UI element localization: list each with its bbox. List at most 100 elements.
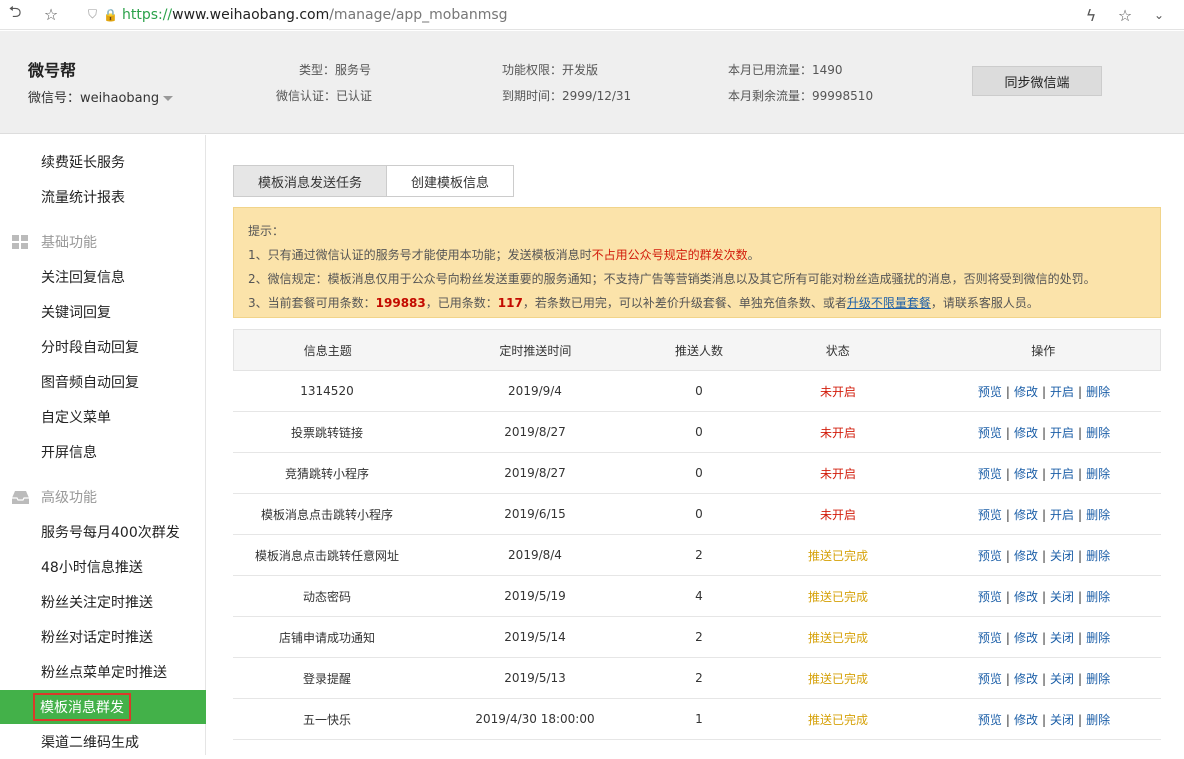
preview-link[interactable]: 预览 bbox=[978, 672, 1002, 686]
sync-wechat-button[interactable]: 同步微信端 bbox=[972, 66, 1102, 96]
toggle-link[interactable]: 关闭 bbox=[1050, 672, 1074, 686]
cell-status: 推送已完成 bbox=[807, 589, 868, 604]
cell-time: 2019/4/30 18:00:00 bbox=[475, 712, 595, 726]
action-separator: | bbox=[1078, 671, 1083, 686]
toggle-link[interactable]: 开启 bbox=[1050, 426, 1074, 440]
preview-link[interactable]: 预览 bbox=[978, 508, 1002, 522]
cell-actions: 预览 | 修改 | 开启 | 删除 bbox=[927, 465, 1161, 482]
notice-line-1-text: 1、只有通过微信认证的服务号才能使用本功能；发送模板消息时 bbox=[248, 248, 592, 262]
preview-link[interactable]: 预览 bbox=[978, 590, 1002, 604]
action-separator: | bbox=[1041, 384, 1047, 399]
edit-link[interactable]: 修改 bbox=[1014, 713, 1038, 727]
delete-link[interactable]: 删除 bbox=[1086, 672, 1110, 686]
preview-link[interactable]: 预览 bbox=[978, 426, 1002, 440]
sidebar-item-custom-menu[interactable]: 自定义菜单 bbox=[0, 400, 206, 434]
sidebar-item-timed-reply[interactable]: 分时段自动回复 bbox=[0, 330, 206, 364]
used-flow: 本月已用流量：1490 bbox=[728, 63, 843, 77]
delete-link[interactable]: 删除 bbox=[1086, 631, 1110, 645]
cell-actions: 预览 | 修改 | 开启 | 删除 bbox=[927, 424, 1161, 441]
sidebar-item-renew[interactable]: 续费延长服务 bbox=[0, 145, 206, 179]
account-header: 微号帮 微信号：weihaobang 类型：服务号 微信认证：已认证 功能权限：… bbox=[0, 31, 1184, 134]
section-basic: 基础功能 bbox=[0, 225, 206, 259]
preview-link[interactable]: 预览 bbox=[978, 385, 1002, 399]
delete-link[interactable]: 删除 bbox=[1086, 549, 1110, 563]
action-separator: | bbox=[1005, 589, 1010, 604]
edit-link[interactable]: 修改 bbox=[1014, 590, 1038, 604]
notice-line-1-end: 。 bbox=[747, 248, 760, 262]
action-separator: | bbox=[1078, 712, 1083, 727]
sidebar: 续费延长服务 流量统计报表 基础功能 关注回复信息 关键词回复 分时段自动回复 … bbox=[0, 135, 206, 755]
table-row: 登录提醒 2019/5/13 2 推送已完成 预览 | 修改 | 关闭 | 删除 bbox=[233, 658, 1161, 699]
preview-link[interactable]: 预览 bbox=[978, 631, 1002, 645]
sidebar-item-channel-qr[interactable]: 渠道二维码生成 bbox=[0, 725, 206, 759]
preview-link[interactable]: 预览 bbox=[978, 713, 1002, 727]
delete-link[interactable]: 删除 bbox=[1086, 426, 1110, 440]
toggle-link[interactable]: 关闭 bbox=[1050, 713, 1074, 727]
section-advanced: 高级功能 bbox=[0, 480, 206, 514]
edit-link[interactable]: 修改 bbox=[1014, 631, 1038, 645]
cell-count: 0 bbox=[695, 507, 703, 521]
notice-line-3-b: ，已用条数： bbox=[425, 296, 498, 310]
action-separator: | bbox=[1005, 507, 1010, 522]
edit-link[interactable]: 修改 bbox=[1014, 672, 1038, 686]
tab-bar: 模板消息发送任务 创建模板信息 bbox=[233, 165, 515, 197]
edit-link[interactable]: 修改 bbox=[1014, 508, 1038, 522]
edit-link[interactable]: 修改 bbox=[1014, 426, 1038, 440]
cell-time: 2019/5/14 bbox=[504, 630, 566, 644]
delete-link[interactable]: 删除 bbox=[1086, 508, 1110, 522]
chevron-down-icon[interactable]: ⌄ bbox=[1148, 4, 1170, 26]
action-separator: | bbox=[1078, 589, 1083, 604]
cell-actions: 预览 | 修改 | 开启 | 删除 bbox=[927, 383, 1161, 400]
lightning-icon[interactable]: ϟ bbox=[1080, 4, 1102, 26]
toggle-link[interactable]: 关闭 bbox=[1050, 631, 1074, 645]
toggle-link[interactable]: 关闭 bbox=[1050, 549, 1074, 563]
sidebar-item-splash[interactable]: 开屏信息 bbox=[0, 435, 206, 469]
cell-topic: 竞猜跳转小程序 bbox=[284, 466, 369, 481]
toggle-link[interactable]: 开启 bbox=[1050, 385, 1074, 399]
delete-link[interactable]: 删除 bbox=[1086, 590, 1110, 604]
sidebar-item-template-mass[interactable]: 模板消息群发 bbox=[0, 690, 206, 724]
preview-link[interactable]: 预览 bbox=[978, 467, 1002, 481]
lock-icon: 🔒 bbox=[103, 7, 118, 22]
sidebar-item-monthly-mass[interactable]: 服务号每月400次群发 bbox=[0, 515, 206, 549]
section-basic-label: 基础功能 bbox=[41, 235, 97, 251]
sidebar-item-keyword-reply[interactable]: 关键词回复 bbox=[0, 295, 206, 329]
sidebar-item-menu-timed[interactable]: 粉丝点菜单定时推送 bbox=[0, 655, 206, 689]
bookmark-star-icon[interactable]: ☆ bbox=[1114, 4, 1136, 26]
cell-time: 2019/6/15 bbox=[504, 507, 566, 521]
edit-link[interactable]: 修改 bbox=[1014, 467, 1038, 481]
sidebar-item-chat-timed[interactable]: 粉丝对话定时推送 bbox=[0, 620, 206, 654]
cell-topic: 1314520 bbox=[300, 384, 354, 398]
cell-status: 未开启 bbox=[819, 507, 856, 522]
star-icon[interactable]: ☆ bbox=[40, 4, 62, 26]
toggle-link[interactable]: 关闭 bbox=[1050, 590, 1074, 604]
tab-create-template[interactable]: 创建模板信息 bbox=[387, 165, 515, 197]
action-separator: | bbox=[1005, 671, 1010, 686]
sidebar-item-follow-reply[interactable]: 关注回复信息 bbox=[0, 260, 206, 294]
action-separator: | bbox=[1041, 425, 1047, 440]
edit-link[interactable]: 修改 bbox=[1014, 385, 1038, 399]
table-row: 1314520 2019/9/4 0 未开启 预览 | 修改 | 开启 | 删除 bbox=[233, 371, 1161, 412]
preview-link[interactable]: 预览 bbox=[978, 549, 1002, 563]
toggle-link[interactable]: 开启 bbox=[1050, 508, 1074, 522]
edit-link[interactable]: 修改 bbox=[1014, 549, 1038, 563]
table-body: 1314520 2019/9/4 0 未开启 预览 | 修改 | 开启 | 删除 投票跳转链接 2019… bbox=[233, 371, 1161, 740]
expire-date: 到期时间：2999/12/31 bbox=[502, 89, 632, 103]
upgrade-link[interactable]: 升级不限量套餐 bbox=[847, 296, 931, 310]
address-bar[interactable]: ⛉ 🔒 https://www.weihaobang.com/manage/ap… bbox=[70, 7, 508, 23]
sidebar-item-follow-timed[interactable]: 粉丝关注定时推送 bbox=[0, 585, 206, 619]
cell-count: 2 bbox=[695, 671, 703, 685]
sidebar-item-flow-report[interactable]: 流量统计报表 bbox=[0, 180, 206, 214]
delete-link[interactable]: 删除 bbox=[1086, 385, 1110, 399]
sidebar-item-media-reply[interactable]: 图音频自动回复 bbox=[0, 365, 206, 399]
toggle-link[interactable]: 开启 bbox=[1050, 467, 1074, 481]
delete-link[interactable]: 删除 bbox=[1086, 713, 1110, 727]
delete-link[interactable]: 删除 bbox=[1086, 467, 1110, 481]
account-selector[interactable]: 微信号：weihaobang bbox=[28, 87, 174, 106]
action-separator: | bbox=[1041, 671, 1047, 686]
sidebar-item-48h-push[interactable]: 48小时信息推送 bbox=[0, 550, 206, 584]
back-icon[interactable]: ⮌ bbox=[4, 2, 26, 26]
url-scheme: https:// bbox=[121, 6, 173, 23]
tab-send-tasks[interactable]: 模板消息发送任务 bbox=[233, 165, 388, 197]
template-task-table: 信息主题 定时推送时间 推送人数 状态 操作 1314520 2019/9/4 0 未… bbox=[233, 329, 1161, 740]
